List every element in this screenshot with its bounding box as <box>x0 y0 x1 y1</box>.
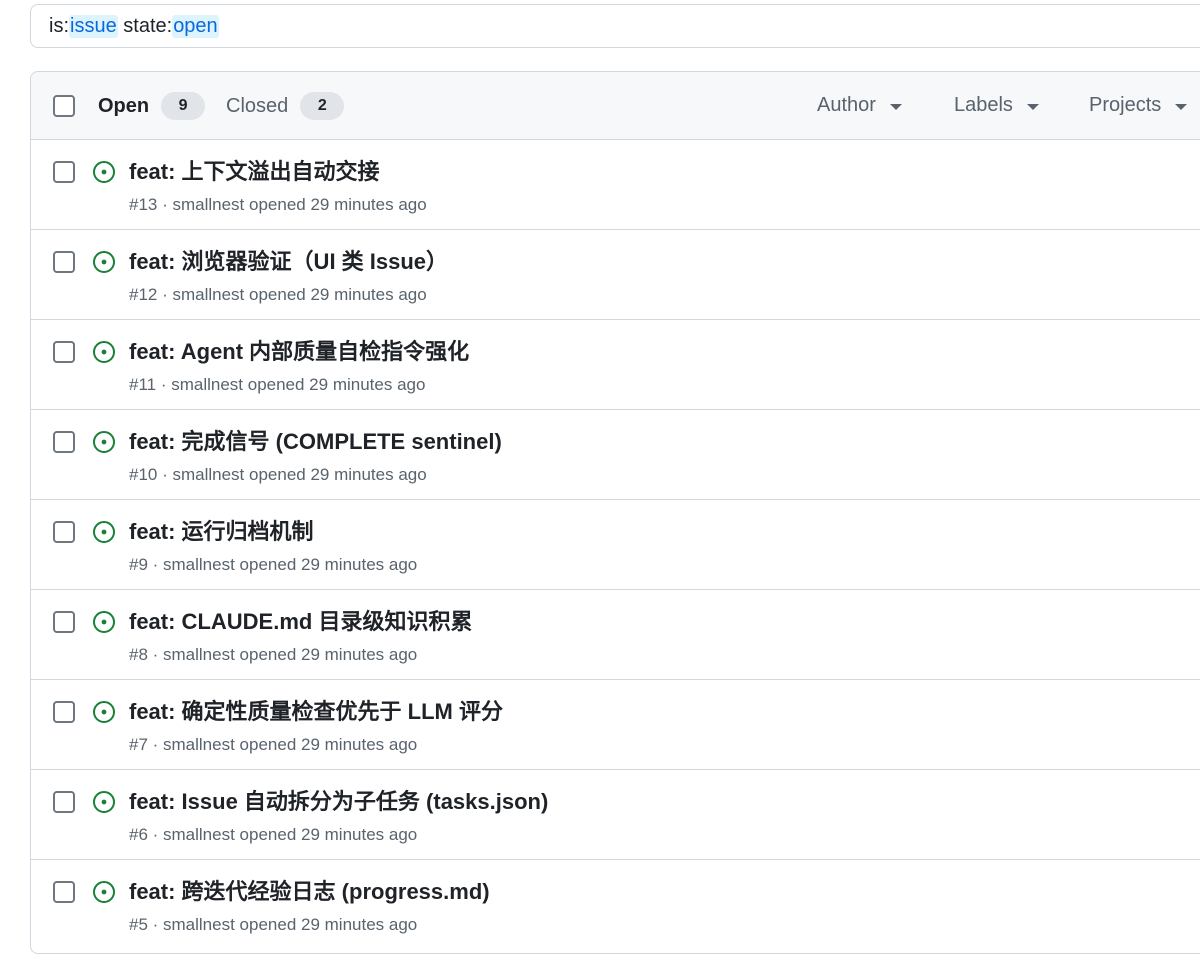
chevron-down-icon <box>1175 103 1188 110</box>
issue-title-link[interactable]: feat: CLAUDE.md 目录级知识积累 <box>129 604 472 636</box>
issue-row: feat: 跨迭代经验日志 (progress.md) #5 · smallne… <box>31 860 1200 950</box>
issue-meta: #6 · smallnest opened 29 minutes ago <box>129 825 418 844</box>
issue-checkbox[interactable] <box>53 251 75 273</box>
issue-title-link[interactable]: feat: Agent 内部质量自检指令强化 <box>129 334 469 366</box>
issue-meta: #9 · smallnest opened 29 minutes ago <box>129 555 418 574</box>
labels-filter-dropdown[interactable]: Labels <box>954 94 1039 117</box>
issues-list-box: Open 9 Closed 2 Author Labels Projects f… <box>30 71 1200 954</box>
open-count-badge: 9 <box>161 92 206 120</box>
issue-opened-icon <box>93 881 115 903</box>
issue-checkbox[interactable] <box>53 341 75 363</box>
issue-checkbox[interactable] <box>53 521 75 543</box>
select-all-checkbox[interactable] <box>53 95 75 117</box>
issue-title-link[interactable]: feat: 完成信号 (COMPLETE sentinel) <box>129 424 502 456</box>
issues-list-header: Open 9 Closed 2 Author Labels Projects <box>31 72 1200 140</box>
projects-filter-dropdown[interactable]: Projects <box>1089 94 1188 117</box>
issue-meta: #7 · smallnest opened 29 minutes ago <box>129 735 418 754</box>
issue-meta: #13 · smallnest opened 29 minutes ago <box>129 195 427 214</box>
tab-open-label: Open <box>98 94 150 117</box>
tab-closed-label: Closed <box>226 94 289 117</box>
issue-opened-icon <box>93 611 115 633</box>
closed-count-badge: 2 <box>300 92 345 120</box>
issue-meta: #11 · smallnest opened 29 minutes ago <box>129 375 426 394</box>
search-token-issue: issue <box>69 14 118 38</box>
issue-row: feat: Agent 内部质量自检指令强化 #11 · smallnest o… <box>31 320 1200 410</box>
issue-opened-icon <box>93 521 115 543</box>
search-input[interactable]: is: issue state: open <box>30 4 1200 48</box>
issue-opened-icon <box>93 791 115 813</box>
issue-row: feat: 完成信号 (COMPLETE sentinel) #10 · sma… <box>31 410 1200 500</box>
search-token-state: state: <box>117 14 173 37</box>
issue-checkbox[interactable] <box>53 161 75 183</box>
issue-row: feat: 运行归档机制 #9 · smallnest opened 29 mi… <box>31 500 1200 590</box>
issue-checkbox[interactable] <box>53 701 75 723</box>
issue-meta: #5 · smallnest opened 29 minutes ago <box>129 915 418 934</box>
chevron-down-icon <box>889 103 902 110</box>
issue-opened-icon <box>93 341 115 363</box>
author-filter-label: Author <box>817 94 876 116</box>
issue-meta: #10 · smallnest opened 29 minutes ago <box>129 465 427 484</box>
issue-checkbox[interactable] <box>53 791 75 813</box>
issue-checkbox[interactable] <box>53 431 75 453</box>
tab-open[interactable]: Open 9 <box>98 92 206 120</box>
projects-filter-label: Projects <box>1089 94 1162 116</box>
issue-row: feat: Issue 自动拆分为子任务 (tasks.json) #6 · s… <box>31 770 1200 860</box>
issue-row: feat: CLAUDE.md 目录级知识积累 #8 · smallnest o… <box>31 590 1200 680</box>
chevron-down-icon <box>1026 103 1039 110</box>
issue-checkbox[interactable] <box>53 611 75 633</box>
author-filter-dropdown[interactable]: Author <box>817 94 902 117</box>
issue-title-link[interactable]: feat: Issue 自动拆分为子任务 (tasks.json) <box>129 784 548 816</box>
issue-opened-icon <box>93 431 115 453</box>
issue-row: feat: 上下文溢出自动交接 #13 · smallnest opened 2… <box>31 140 1200 230</box>
issue-title-link[interactable]: feat: 浏览器验证（UI 类 Issue） <box>129 244 448 276</box>
issue-meta: #8 · smallnest opened 29 minutes ago <box>129 645 418 664</box>
issue-title-link[interactable]: feat: 运行归档机制 <box>129 514 314 546</box>
issue-title-link[interactable]: feat: 跨迭代经验日志 (progress.md) <box>129 874 490 906</box>
issue-checkbox[interactable] <box>53 881 75 903</box>
labels-filter-label: Labels <box>954 94 1013 116</box>
issue-opened-icon <box>93 701 115 723</box>
issue-opened-icon <box>93 161 115 183</box>
issue-row: feat: 浏览器验证（UI 类 Issue） #12 · smallnest … <box>31 230 1200 320</box>
issue-row: feat: 确定性质量检查优先于 LLM 评分 #7 · smallnest o… <box>31 680 1200 770</box>
issue-rows: feat: 上下文溢出自动交接 #13 · smallnest opened 2… <box>31 140 1200 950</box>
tab-closed[interactable]: Closed 2 <box>226 92 345 120</box>
search-token-open: open <box>172 14 219 38</box>
issue-title-link[interactable]: feat: 确定性质量检查优先于 LLM 评分 <box>129 694 503 726</box>
search-token-is: is: <box>49 14 69 37</box>
issue-title-link[interactable]: feat: 上下文溢出自动交接 <box>129 154 380 186</box>
issue-meta: #12 · smallnest opened 29 minutes ago <box>129 285 427 304</box>
issue-opened-icon <box>93 251 115 273</box>
